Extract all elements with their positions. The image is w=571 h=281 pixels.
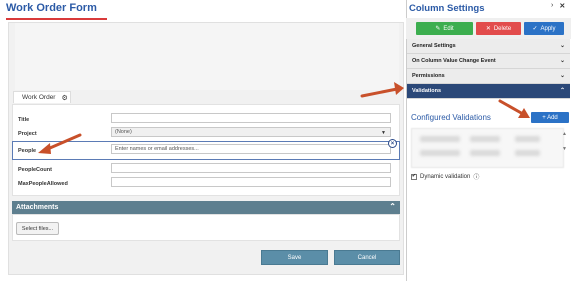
validations-list <box>411 128 564 168</box>
blurred-item <box>470 136 500 142</box>
close-icon[interactable]: ✕ <box>559 2 565 10</box>
project-select[interactable]: (None) ▼ <box>111 127 391 137</box>
apply-label: Apply <box>540 25 556 32</box>
gear-icon[interactable]: ⚙ <box>61 94 67 102</box>
tab-label: Work Order <box>22 94 56 101</box>
dynamic-validation-checkbox[interactable]: ✔ <box>411 173 417 180</box>
section-label: Permissions <box>412 73 445 79</box>
scroll-up-icon[interactable]: ▲ <box>562 130 567 138</box>
section-general-settings[interactable]: General Settings ⌄ <box>407 39 570 54</box>
blurred-item <box>470 150 500 156</box>
delete-label: Delete <box>493 25 512 32</box>
edit-button[interactable]: ✎ Edit <box>416 22 473 35</box>
people-label: People <box>18 148 37 154</box>
peoplecount-label: PeopleCount <box>18 167 52 173</box>
chevron-down-icon: ⌄ <box>559 43 565 49</box>
section-label: General Settings <box>412 43 456 49</box>
check-icon: ✓ <box>532 26 538 32</box>
apply-button[interactable]: ✓ Apply <box>524 22 564 35</box>
pencil-icon: ✎ <box>435 26 441 32</box>
attachments-body <box>12 214 400 241</box>
blurred-item <box>515 150 540 156</box>
form-title: Work Order Form <box>6 2 97 14</box>
cancel-button[interactable]: Cancel <box>334 250 400 265</box>
chevron-down-icon: ⌄ <box>559 58 565 64</box>
section-label: Validations <box>412 88 442 94</box>
people-placeholder: Enter names or email addresses... <box>115 146 199 152</box>
title-label: Title <box>18 117 30 123</box>
scroll-down-icon[interactable]: ▼ <box>562 138 567 160</box>
dynamic-validation-row: ✔ Dynamic validation ⓘ <box>411 172 479 181</box>
chevron-up-icon: ⌃ <box>559 88 565 94</box>
caret-down-icon: ▼ <box>381 130 386 136</box>
settings-title: Column Settings <box>409 3 485 14</box>
attachments-label: Attachments <box>16 204 59 211</box>
close-icon[interactable]: × <box>388 139 397 148</box>
blurred-item <box>420 150 460 156</box>
chevron-right-icon[interactable]: › <box>551 2 553 10</box>
section-permissions[interactable]: Permissions ⌄ <box>407 69 570 84</box>
blurred-item <box>420 136 460 142</box>
chevron-up-icon[interactable]: ⌃ <box>389 202 396 211</box>
delete-button[interactable]: ✕ Delete <box>476 22 521 35</box>
edit-label: Edit <box>443 25 454 32</box>
add-validation-button[interactable]: + Add <box>531 112 569 123</box>
section-validations[interactable]: Validations ⌃ <box>407 84 570 99</box>
people-input[interactable]: Enter names or email addresses... <box>111 144 391 154</box>
title-input[interactable] <box>111 113 391 123</box>
dynamic-validation-label: Dynamic validation <box>420 173 471 180</box>
attachments-header[interactable]: Attachments ⌃ <box>12 201 400 214</box>
form-header-area <box>15 23 399 90</box>
blurred-item <box>515 136 540 142</box>
project-value: (None) <box>115 129 132 135</box>
info-icon[interactable]: ⓘ <box>473 172 479 181</box>
list-scrollbar[interactable]: ▲ ▼ <box>562 130 567 160</box>
configured-validations-title: Configured Validations <box>411 113 491 122</box>
x-icon: ✕ <box>485 26 491 32</box>
project-label: Project <box>18 131 37 137</box>
page: Work Order Form Work Order ⚙ Title Proje… <box>0 0 571 281</box>
save-button[interactable]: Save <box>261 250 328 265</box>
panel-controls: › ✕ <box>551 2 565 10</box>
tab-work-order[interactable]: Work Order ⚙ <box>13 91 71 103</box>
maxpeople-label: MaxPeopleAllowed <box>18 181 68 187</box>
section-column-change-event[interactable]: On Column Value Change Event ⌄ <box>407 54 570 69</box>
chevron-down-icon: ⌄ <box>559 73 565 79</box>
select-files-button[interactable]: Select files... <box>16 222 59 235</box>
maxpeople-input[interactable] <box>111 177 391 187</box>
peoplecount-input[interactable] <box>111 163 391 173</box>
section-label: On Column Value Change Event <box>412 58 496 64</box>
title-underline <box>6 18 107 20</box>
